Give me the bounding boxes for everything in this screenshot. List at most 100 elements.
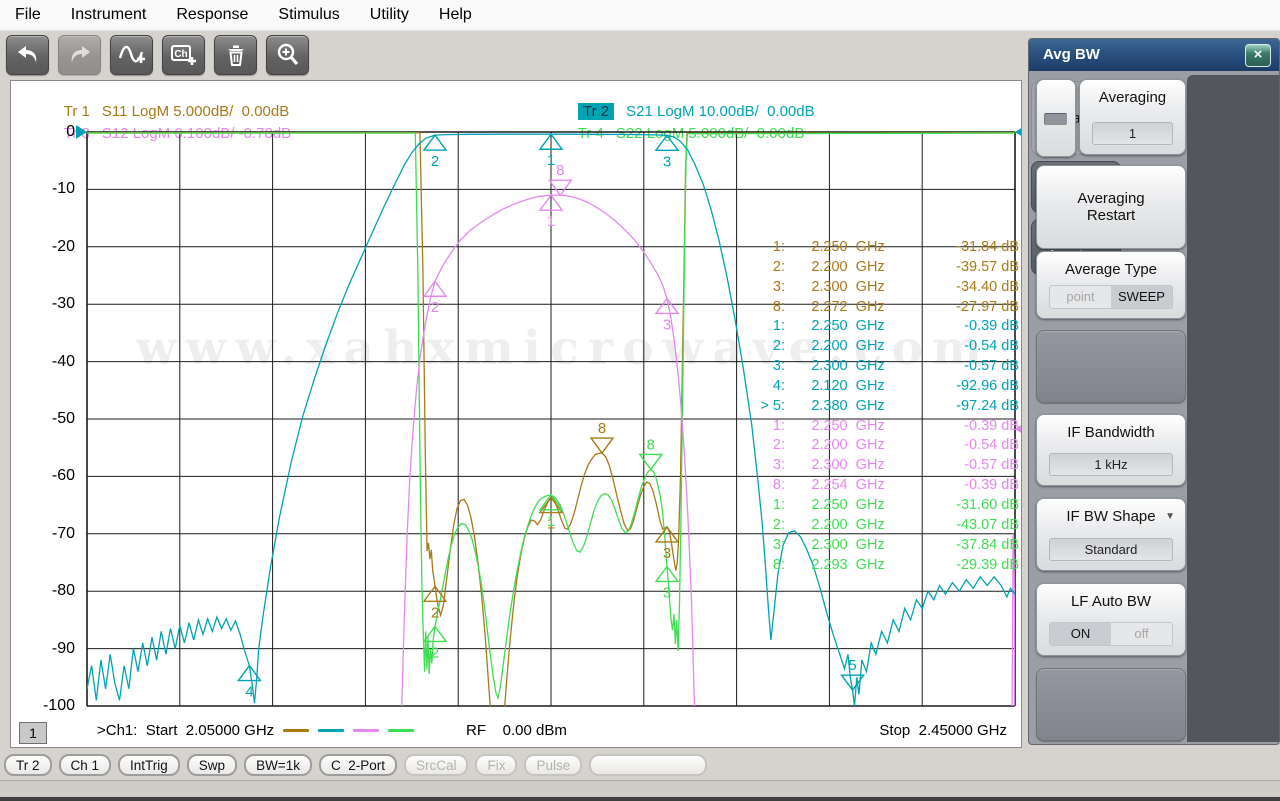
- marker-triangle-8: [589, 437, 615, 455]
- redo-icon: [67, 43, 93, 67]
- channel-tab[interactable]: 1: [19, 722, 47, 744]
- if-bandwidth-value: 1 kHz: [1049, 453, 1173, 476]
- bottom-edge: [0, 797, 1280, 801]
- if-bandwidth-label: IF Bandwidth: [1067, 424, 1155, 441]
- trace1-legend-dash: [283, 729, 310, 732]
- panel-title-bar: Avg BW ×: [1029, 39, 1279, 71]
- marker-row: 8: 2.293 GHz -29.39 dB: [772, 556, 1019, 573]
- marker-row: 1: 2.250 GHz -31.84 dB: [772, 239, 1019, 255]
- if-bw-shape-value: Standard: [1049, 538, 1173, 561]
- redo-button[interactable]: [58, 35, 101, 75]
- status-ch-1[interactable]: Ch 1: [58, 753, 112, 776]
- measurement-display: Tr 1 S11 LogM 5.000dB/ 0.00dB Tr 2 S21 Log…: [10, 80, 1022, 748]
- lf-auto-bw-off[interactable]: off: [1111, 623, 1172, 645]
- if-bandwidth-button[interactable]: IF Bandwidth 1 kHz: [1036, 414, 1186, 486]
- marker-row: 2: 2.200 GHz -0.54 dB: [772, 437, 1019, 454]
- average-type-button[interactable]: Average Type point SWEEP: [1036, 251, 1186, 319]
- undo-icon: [15, 43, 41, 67]
- blank-softkey-2: [1036, 668, 1186, 741]
- status-c-2-port[interactable]: C 2-Port: [318, 753, 397, 776]
- marker-row: 2: 2.200 GHz -39.57 dB: [772, 258, 1019, 275]
- average-type-label: Average Type: [1064, 261, 1157, 278]
- add-trace-icon: [118, 42, 146, 68]
- status-tr-2[interactable]: Tr 2: [4, 753, 52, 776]
- marker-label-1: 1: [547, 213, 555, 230]
- lf-auto-bw-label: LF Auto BW: [1070, 593, 1152, 610]
- status-swp[interactable]: Swp: [186, 753, 238, 776]
- status-inttrig[interactable]: IntTrig: [118, 753, 180, 776]
- status-bw=1k[interactable]: BW=1k: [244, 753, 312, 776]
- menu-stimulus[interactable]: Stimulus: [263, 6, 354, 24]
- if-bw-shape-button[interactable]: IF BW Shape ▼ Standard: [1036, 498, 1186, 571]
- stimulus-stop: Stop 2.45000 GHz: [879, 722, 1007, 739]
- average-type-point[interactable]: point: [1050, 286, 1111, 308]
- toolbar: Ch: [0, 31, 1030, 79]
- indicator-pill: [1044, 113, 1067, 125]
- reference-level-arrow: [1015, 128, 1021, 136]
- averaging-value: 1: [1092, 122, 1173, 145]
- marker-row: 8: 2.254 GHz -0.39 dB: [772, 477, 1019, 494]
- trash-icon: [224, 43, 248, 67]
- marker-row: 1: 2.250 GHz -31.60 dB: [772, 496, 1019, 513]
- menu-help[interactable]: Help: [424, 6, 487, 24]
- menu-response[interactable]: Response: [161, 6, 263, 24]
- status-pulse[interactable]: Pulse: [524, 753, 583, 776]
- marker-label-1: 1: [547, 513, 555, 530]
- lf-auto-bw-toggle[interactable]: ON off: [1049, 622, 1173, 646]
- marker-label-3: 3: [663, 153, 671, 170]
- average-type-sweep[interactable]: SWEEP: [1111, 286, 1172, 308]
- marker-row: 3: 2.300 GHz -0.57 dB: [772, 358, 1019, 375]
- marker-triangle-3: [654, 525, 680, 543]
- status-blank[interactable]: [589, 753, 708, 776]
- add-channel-icon: Ch: [170, 42, 198, 68]
- marker-row: 2: 2.200 GHz -0.54 dB: [772, 338, 1019, 355]
- chevron-down-icon: ▼: [1165, 511, 1175, 522]
- vna-app-window: File Instrument Response Stimulus Utility Hel…: [0, 0, 1280, 801]
- marker-label-3: 3: [663, 584, 671, 601]
- marker-label-3: 3: [663, 316, 671, 333]
- menu-utility[interactable]: Utility: [355, 6, 424, 24]
- marker-row: 8: 2.272 GHz -27.97 dB: [772, 298, 1019, 315]
- start-label: >Ch1: Start 2.05000 GHz: [97, 722, 275, 739]
- marker-row: 3: 2.300 GHz -37.84 dB: [772, 536, 1019, 553]
- marker-triangle-8: [547, 179, 573, 197]
- marker-row: 1: 2.250 GHz -0.39 dB: [772, 417, 1019, 434]
- lf-auto-bw-button[interactable]: LF Auto BW ON off: [1036, 583, 1186, 656]
- add-trace-button[interactable]: [110, 35, 153, 75]
- marker-row: 3: 2.300 GHz -34.40 dB: [772, 278, 1019, 295]
- add-channel-button[interactable]: Ch: [162, 35, 205, 75]
- delete-trace-button[interactable]: [214, 35, 257, 75]
- menu-file[interactable]: File: [0, 6, 56, 24]
- panel-title: Avg BW: [1043, 46, 1100, 63]
- panel-close-button[interactable]: ×: [1245, 44, 1271, 67]
- status-srccal[interactable]: SrcCal: [403, 753, 469, 776]
- status-fix[interactable]: Fix: [475, 753, 518, 776]
- averaging-button[interactable]: Averaging 1: [1079, 79, 1186, 155]
- menu-instrument[interactable]: Instrument: [56, 6, 162, 24]
- marker-triangle-8: [638, 453, 664, 471]
- averaging-enable-button[interactable]: [1036, 79, 1076, 157]
- svg-text:Ch: Ch: [174, 49, 187, 60]
- trace4-legend-dash: [388, 729, 415, 732]
- zoom-button[interactable]: [266, 35, 309, 75]
- marker-label-2: 2: [431, 604, 439, 621]
- status-bar: Tr 2 Ch 1 IntTrig Swp BW=1k C 2-Port SrcCal Fix…: [0, 752, 1280, 777]
- reference-level-arrow: [76, 125, 87, 139]
- averaging-restart-button[interactable]: Averaging Restart: [1036, 165, 1186, 249]
- marker-label-4: 4: [245, 684, 253, 701]
- blank-softkey-1: [1036, 330, 1186, 403]
- marker-row: > 5: 2.380 GHz -97.24 dB: [760, 397, 1019, 414]
- lf-auto-bw-on[interactable]: ON: [1050, 623, 1111, 645]
- marker-row: 1: 2.250 GHz -0.39 dB: [772, 318, 1019, 335]
- undo-button[interactable]: [6, 35, 49, 75]
- averaging-restart-label: Averaging Restart: [1077, 190, 1145, 224]
- marker-label-3: 3: [663, 545, 671, 562]
- marker-label-2: 2: [431, 644, 439, 661]
- zoom-icon: [275, 42, 301, 68]
- marker-row: 4: 2.120 GHz -92.96 dB: [772, 377, 1019, 394]
- marker-label-2: 2: [431, 153, 439, 170]
- marker-label-8: 8: [598, 420, 606, 437]
- average-type-toggle[interactable]: point SWEEP: [1049, 285, 1173, 309]
- marker-row: 3: 2.300 GHz -0.57 dB: [772, 457, 1019, 474]
- trace3-legend-dash: [353, 729, 380, 732]
